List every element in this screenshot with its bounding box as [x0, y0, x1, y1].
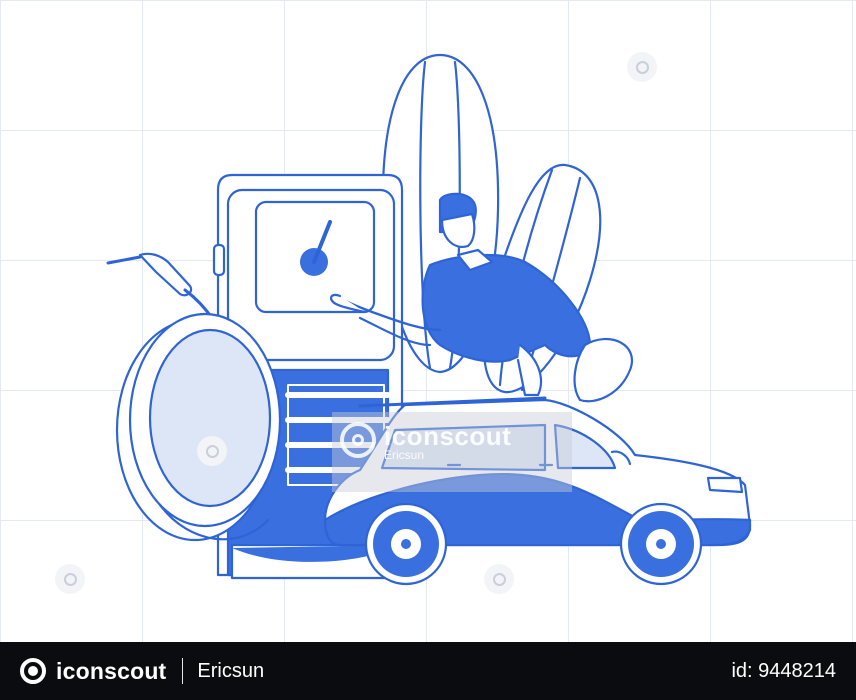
watermark-brand: iconscout [384, 421, 512, 451]
watermark-logo-icon [484, 564, 514, 594]
footer-divider [182, 658, 184, 684]
footer-asset-id: id: 9448214 [731, 659, 836, 682]
footer-bar: iconscout Ericsun id: 9448214 [0, 642, 856, 700]
footer-author[interactable]: Ericsun [197, 660, 264, 683]
footer-brand[interactable]: iconscout [56, 658, 166, 685]
illustration [106, 53, 752, 586]
iconscout-logo-icon[interactable] [20, 658, 46, 684]
iconscout-logo-icon [340, 422, 376, 458]
watermark-logo-icon [627, 52, 657, 82]
watermark-logo-icon [55, 564, 85, 594]
watermark-logo-icon [197, 436, 227, 466]
center-watermark: iconscout Ericsun [340, 422, 511, 462]
